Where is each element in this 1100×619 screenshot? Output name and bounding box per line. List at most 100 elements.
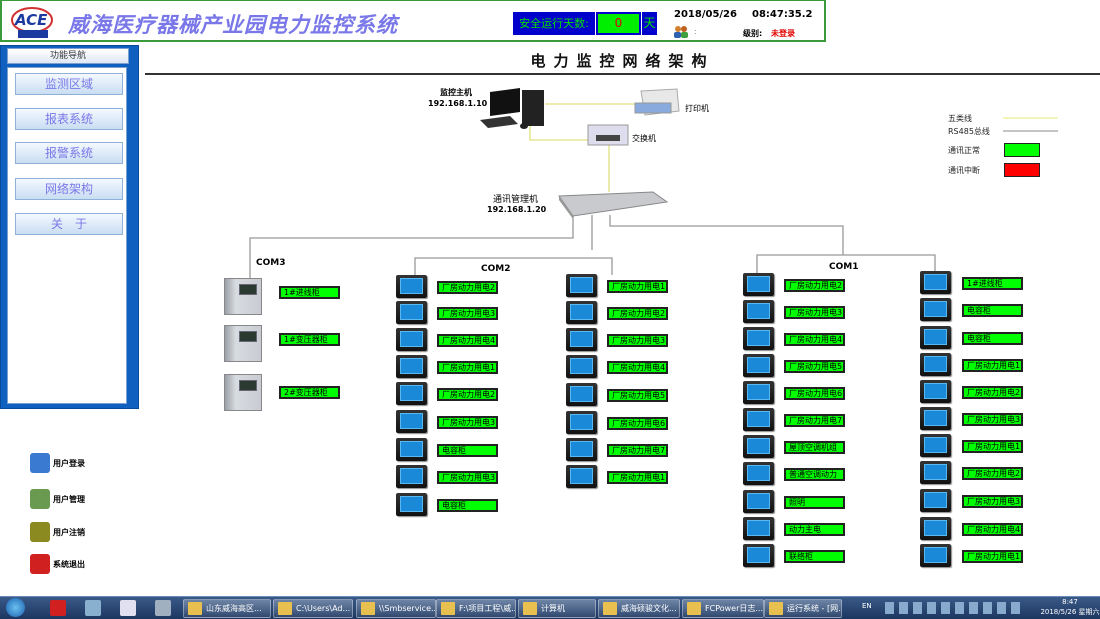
power-meter-icon[interactable] bbox=[743, 327, 774, 350]
power-meter-icon[interactable] bbox=[743, 435, 774, 458]
language-indicator[interactable]: EN bbox=[862, 602, 872, 610]
power-meter-icon[interactable] bbox=[920, 407, 951, 430]
power-meter-icon[interactable] bbox=[920, 517, 951, 540]
power-meter-icon[interactable] bbox=[566, 274, 597, 297]
device-status-tag[interactable]: 厂房动力用电1 bbox=[962, 359, 1023, 372]
power-meter-icon[interactable] bbox=[566, 411, 597, 434]
power-meter-icon[interactable] bbox=[920, 298, 951, 321]
device-status-tag[interactable]: 厂房动力用电2 bbox=[437, 281, 498, 294]
device-status-tag[interactable]: 厂房动力用电4 bbox=[607, 361, 668, 374]
device-status-tag[interactable]: 厂房动力用电1 bbox=[962, 550, 1023, 563]
device-status-tag[interactable]: 厂房动力用电6 bbox=[607, 417, 668, 430]
device-status-tag[interactable]: 照明 bbox=[784, 496, 845, 509]
protection-relay-icon[interactable] bbox=[224, 374, 262, 411]
device-status-tag[interactable]: 厂房动力用电4 bbox=[784, 333, 845, 346]
power-meter-icon[interactable] bbox=[566, 438, 597, 461]
device-status-tag[interactable]: 厂房动力用电3 bbox=[437, 471, 498, 484]
device-status-tag[interactable]: 1#进线柜 bbox=[962, 277, 1023, 290]
power-meter-icon[interactable] bbox=[396, 410, 427, 433]
taskbar-item[interactable]: 运行系统 - [网... bbox=[764, 599, 842, 618]
power-meter-icon[interactable] bbox=[743, 462, 774, 485]
quicklaunch-icon[interactable] bbox=[120, 600, 136, 616]
power-meter-icon[interactable] bbox=[920, 489, 951, 512]
power-meter-icon[interactable] bbox=[566, 301, 597, 324]
power-meter-icon[interactable] bbox=[920, 353, 951, 376]
device-status-tag[interactable]: 厂房动力用电7 bbox=[784, 414, 845, 427]
power-meter-icon[interactable] bbox=[566, 383, 597, 406]
power-meter-icon[interactable] bbox=[920, 380, 951, 403]
power-meter-icon[interactable] bbox=[566, 355, 597, 378]
taskbar-item[interactable]: C:\Users\Ad... bbox=[273, 599, 353, 618]
power-meter-icon[interactable] bbox=[743, 273, 774, 296]
calculator-icon[interactable] bbox=[155, 600, 171, 616]
protection-relay-icon[interactable] bbox=[224, 278, 262, 315]
device-status-tag[interactable]: 普通空调动力 bbox=[784, 468, 845, 481]
device-status-tag[interactable]: 屋顶空调机组 bbox=[784, 441, 845, 454]
taskbar-item[interactable]: 计算机 bbox=[518, 599, 596, 618]
taskbar-item[interactable]: 威海硕骏文化... bbox=[598, 599, 680, 618]
power-meter-icon[interactable] bbox=[743, 354, 774, 377]
device-status-tag[interactable]: 厂房动力用电3 bbox=[962, 495, 1023, 508]
power-meter-icon[interactable] bbox=[920, 271, 951, 294]
device-status-tag[interactable]: 动力主电 bbox=[784, 523, 845, 536]
device-status-tag[interactable]: 电容柜 bbox=[437, 499, 498, 512]
power-meter-icon[interactable] bbox=[396, 355, 427, 378]
power-meter-icon[interactable] bbox=[743, 408, 774, 431]
device-status-tag[interactable]: 1#变压器柜 bbox=[279, 333, 340, 346]
quicklaunch-icon[interactable] bbox=[85, 600, 101, 616]
device-status-tag[interactable]: 厂房动力用电2 bbox=[784, 279, 845, 292]
taskbar-clock[interactable]: 8:47 2018/5/26 星期六 bbox=[1040, 597, 1100, 617]
power-meter-icon[interactable] bbox=[396, 438, 427, 461]
device-status-tag[interactable]: 电容柜 bbox=[962, 304, 1023, 317]
device-status-tag[interactable]: 厂房动力用电1 bbox=[607, 471, 668, 484]
device-status-tag[interactable]: 厂房动力用电3 bbox=[437, 416, 498, 429]
device-status-tag[interactable]: 厂房动力用电1 bbox=[962, 440, 1023, 453]
power-meter-icon[interactable] bbox=[743, 490, 774, 513]
taskbar-item[interactable]: FCPower日志... bbox=[682, 599, 764, 618]
device-status-tag[interactable]: 2#变压器柜 bbox=[279, 386, 340, 399]
monitor-host-icon[interactable] bbox=[478, 86, 548, 130]
power-meter-icon[interactable] bbox=[743, 517, 774, 540]
device-status-tag[interactable]: 厂房动力用电1 bbox=[607, 280, 668, 293]
protection-relay-icon[interactable] bbox=[224, 325, 262, 362]
device-status-tag[interactable]: 厂房动力用电2 bbox=[607, 307, 668, 320]
device-status-tag[interactable]: 厂房动力用电5 bbox=[607, 389, 668, 402]
youdao-icon[interactable] bbox=[50, 600, 66, 616]
power-meter-icon[interactable] bbox=[396, 301, 427, 324]
power-meter-icon[interactable] bbox=[743, 381, 774, 404]
device-status-tag[interactable]: 厂房动力用电6 bbox=[784, 387, 845, 400]
power-meter-icon[interactable] bbox=[396, 465, 427, 488]
power-meter-icon[interactable] bbox=[920, 544, 951, 567]
power-meter-icon[interactable] bbox=[920, 434, 951, 457]
power-meter-icon[interactable] bbox=[566, 465, 597, 488]
power-meter-icon[interactable] bbox=[743, 544, 774, 567]
device-status-tag[interactable]: 厂房动力用电2 bbox=[962, 467, 1023, 480]
power-meter-icon[interactable] bbox=[396, 493, 427, 516]
taskbar-item[interactable]: 山东威海高区... bbox=[183, 599, 271, 618]
device-status-tag[interactable]: 厂房动力用电2 bbox=[437, 388, 498, 401]
power-meter-icon[interactable] bbox=[920, 461, 951, 484]
power-meter-icon[interactable] bbox=[566, 328, 597, 351]
power-meter-icon[interactable] bbox=[743, 300, 774, 323]
device-status-tag[interactable]: 厂房动力用电3 bbox=[784, 306, 845, 319]
device-status-tag[interactable]: 电容柜 bbox=[962, 332, 1023, 345]
start-button[interactable] bbox=[6, 598, 25, 617]
device-status-tag[interactable]: 厂房动力用电5 bbox=[784, 360, 845, 373]
device-status-tag[interactable]: 厂房动力用电1 bbox=[437, 361, 498, 374]
device-status-tag[interactable]: 厂房动力用电3 bbox=[962, 413, 1023, 426]
printer-icon[interactable] bbox=[633, 87, 681, 119]
tray-icons[interactable] bbox=[885, 602, 1025, 614]
switch-icon[interactable] bbox=[586, 123, 630, 147]
taskbar-item[interactable]: \\Smbservice... bbox=[356, 599, 436, 618]
power-meter-icon[interactable] bbox=[920, 326, 951, 349]
device-status-tag[interactable]: 厂房动力用电3 bbox=[437, 307, 498, 320]
device-status-tag[interactable]: 厂房动力用电3 bbox=[607, 334, 668, 347]
taskbar-item[interactable]: F:\项目工程\威... bbox=[436, 599, 516, 618]
device-status-tag[interactable]: 厂房动力用电2 bbox=[962, 386, 1023, 399]
device-status-tag[interactable]: 厂房动力用电7 bbox=[607, 444, 668, 457]
device-status-tag[interactable]: 厂房动力用电4 bbox=[437, 334, 498, 347]
device-status-tag[interactable]: 厂房动力用电4 bbox=[962, 523, 1023, 536]
comm-manager-icon[interactable] bbox=[557, 190, 669, 220]
power-meter-icon[interactable] bbox=[396, 382, 427, 405]
device-status-tag[interactable]: 电容柜 bbox=[437, 444, 498, 457]
